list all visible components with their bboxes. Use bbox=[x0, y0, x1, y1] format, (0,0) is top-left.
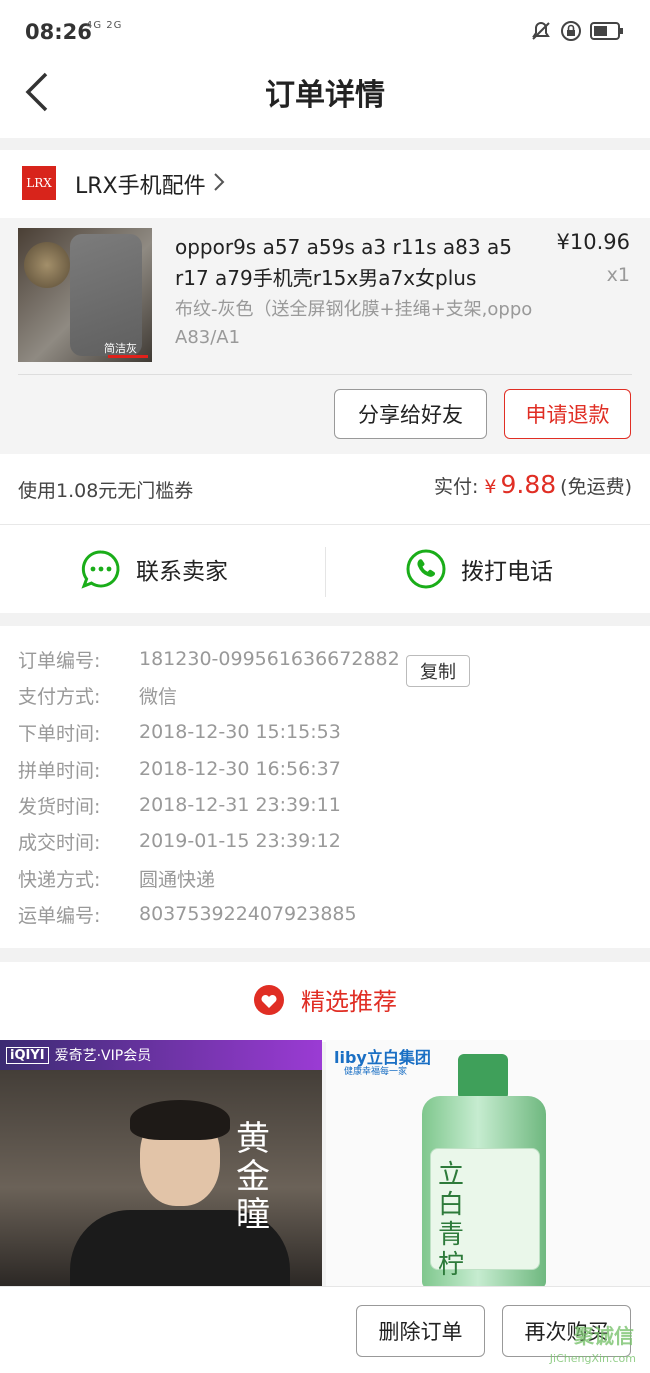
page-title: 订单详情 bbox=[265, 78, 385, 113]
info-label: 运单编号: bbox=[18, 904, 101, 927]
paid-value: 9.88 bbox=[500, 470, 557, 499]
info-label: 拼单时间: bbox=[18, 759, 101, 782]
product-spec: 布纹-灰色（送全屏钢化膜+挂绳+支架,oppo A83/A1 bbox=[175, 299, 533, 348]
order-info-section: 订单编号: 181230-099561636672882 复制 支付方式: 微信… bbox=[0, 626, 650, 948]
product-quantity: x1 bbox=[606, 264, 630, 286]
info-label: 发货时间: bbox=[18, 795, 101, 818]
call-label: 拨打电话 bbox=[461, 559, 553, 585]
tracking-number-value: 803753922407923885 bbox=[139, 903, 357, 925]
liby-slogan: 健康幸福每一家 bbox=[344, 1067, 408, 1077]
heart-badge-icon bbox=[254, 984, 284, 1015]
info-row: 成交时间: 2019-01-15 23:39:12 bbox=[18, 826, 341, 856]
info-label: 快递方式: bbox=[18, 868, 101, 891]
info-row: 发货时间: 2018-12-31 23:39:11 bbox=[18, 790, 341, 820]
recommend-item-iqiyi[interactable]: iQIYI 爱奇艺·VIP会员 黄金瞳 bbox=[0, 1040, 322, 1286]
info-row: 下单时间: 2018-12-30 15:15:53 bbox=[18, 717, 341, 747]
bottle-pump-graphic bbox=[458, 1054, 508, 1100]
info-label: 成交时间: bbox=[18, 831, 101, 854]
thumb-tag-underline bbox=[108, 355, 148, 358]
chevron-right-icon bbox=[214, 173, 225, 191]
network-indicator: 4G 2G bbox=[86, 20, 123, 31]
phone-icon bbox=[406, 549, 446, 589]
coupon-text: 使用1.08元无门槛券 bbox=[18, 480, 194, 502]
info-row: 运单编号: 803753922407923885 bbox=[18, 899, 357, 929]
info-label: 下单时间: bbox=[18, 722, 101, 745]
shipping-note: (免运费) bbox=[560, 476, 632, 498]
iqiyi-caption: 爱奇艺·VIP会员 bbox=[54, 1048, 152, 1064]
thumb-coin-graphic bbox=[24, 242, 70, 288]
divider bbox=[18, 374, 632, 375]
shop-name[interactable]: LRX手机配件 bbox=[75, 168, 206, 200]
paid-amount: 实付: ¥ 9.88 (免运费) bbox=[434, 470, 632, 499]
order-number-row: 订单编号: 181230-099561636672882 bbox=[18, 644, 400, 674]
status-icons bbox=[530, 20, 624, 46]
order-number-value: 181230-099561636672882 bbox=[139, 648, 400, 670]
product-item[interactable]: 简洁灰 oppor9s a57 a59s a3 r11s a83 a5 r17 … bbox=[0, 218, 650, 454]
bottle-label-text: 立白青柠 bbox=[438, 1160, 465, 1280]
payment-row: 使用1.08元无门槛券 实付: ¥ 9.88 (免运费) bbox=[0, 454, 650, 524]
recommend-title-text: 精选推荐 bbox=[301, 988, 397, 1016]
movie-title-art: 黄金瞳 bbox=[236, 1119, 270, 1235]
info-value: 2019-01-15 23:39:12 bbox=[139, 830, 341, 852]
contact-seller-label: 联系卖家 bbox=[136, 559, 228, 585]
product-price: ¥10.96 bbox=[556, 230, 630, 254]
chat-bubble-icon bbox=[81, 550, 120, 589]
info-row: 拼单时间: 2018-12-30 16:56:37 bbox=[18, 754, 341, 784]
recommend-title: 精选推荐 bbox=[0, 982, 650, 1017]
person-hair-graphic bbox=[130, 1100, 230, 1140]
recommend-header: 精选推荐 bbox=[0, 962, 650, 1042]
battery-icon bbox=[590, 21, 624, 45]
watermark-url: JiChengXin.com bbox=[549, 1352, 636, 1365]
paid-label: 实付: bbox=[434, 476, 479, 498]
share-button[interactable]: 分享给好友 bbox=[334, 389, 487, 439]
info-row: 支付方式: 微信 bbox=[18, 680, 177, 710]
divider bbox=[325, 547, 326, 597]
info-value: 微信 bbox=[139, 685, 178, 708]
recommend-item-liby[interactable]: liby立白集团 健康幸福每一家 立白青柠 bbox=[326, 1040, 650, 1286]
contact-seller-button[interactable]: 联系卖家 bbox=[80, 525, 228, 613]
status-bar: 08:26 4G 2G bbox=[0, 0, 650, 66]
info-value: 2018-12-30 15:15:53 bbox=[139, 721, 341, 743]
product-title: oppor9s a57 a59s a3 r11s a83 a5 r17 a79手… bbox=[175, 235, 512, 290]
info-value: 2018-12-31 23:39:11 bbox=[139, 794, 341, 816]
copy-button[interactable]: 复制 bbox=[406, 655, 470, 687]
contact-row: 联系卖家 拨打电话 bbox=[0, 525, 650, 613]
paid-currency: ¥ bbox=[484, 476, 497, 498]
mute-icon bbox=[530, 20, 552, 46]
refund-button[interactable]: 申请退款 bbox=[504, 389, 631, 439]
info-label: 订单编号: bbox=[18, 649, 101, 672]
thumb-phone-case-graphic bbox=[70, 234, 142, 356]
status-time: 08:26 bbox=[25, 20, 92, 44]
iqiyi-logo: iQIYI bbox=[6, 1046, 49, 1064]
info-value: 2018-12-30 16:56:37 bbox=[139, 758, 341, 780]
lock-icon bbox=[560, 20, 582, 46]
info-row: 快递方式: 圆通快递 bbox=[18, 863, 215, 893]
delete-order-button[interactable]: 删除订单 bbox=[356, 1305, 485, 1357]
info-value: 圆通快递 bbox=[139, 868, 216, 891]
info-label: 支付方式: bbox=[18, 685, 101, 708]
thumb-tag: 简洁灰 bbox=[104, 342, 137, 355]
call-button[interactable]: 拨打电话 bbox=[405, 525, 553, 613]
shop-logo: LRX bbox=[22, 166, 56, 200]
iqiyi-banner: iQIYI 爱奇艺·VIP会员 bbox=[0, 1040, 322, 1070]
navigation-bar: 订单详情 bbox=[0, 66, 650, 138]
product-thumbnail[interactable]: 简洁灰 bbox=[18, 228, 152, 362]
watermark: 聚诚信 bbox=[574, 1324, 634, 1348]
